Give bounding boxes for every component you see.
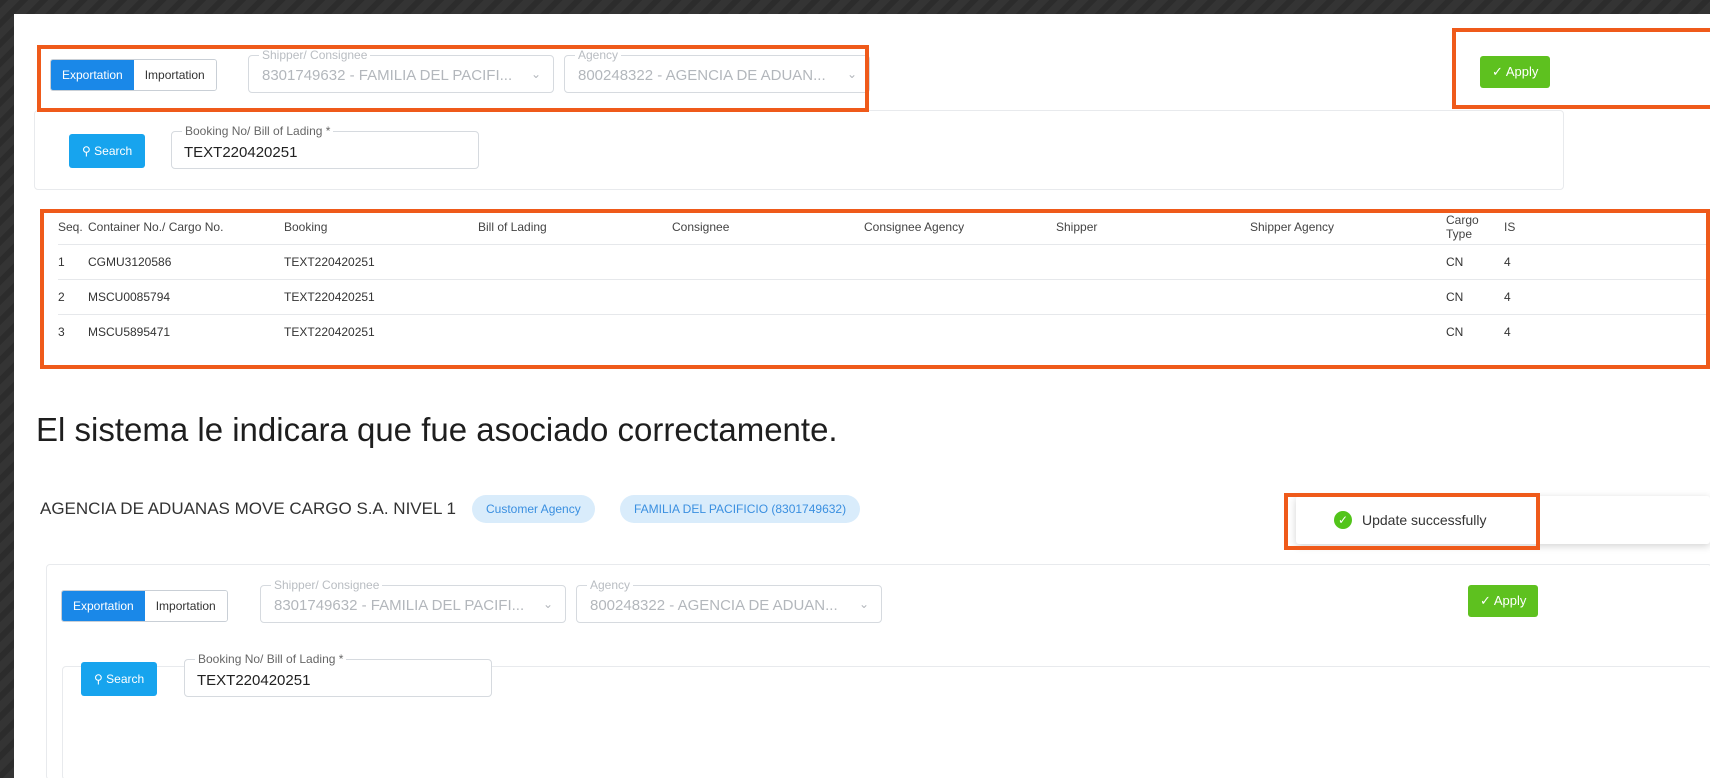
- agency-select[interactable]: Agency 800248322 - AGENCIA DE ADUAN... ⌄: [576, 578, 882, 623]
- booking-label: Booking No/ Bill of Lading *: [195, 652, 347, 666]
- search-icon: ⚲: [82, 144, 91, 158]
- customer-agency-badge: Customer Agency: [472, 495, 595, 523]
- shipper-consignee-select[interactable]: Shipper/ Consignee 8301749632 - FAMILIA …: [260, 578, 566, 623]
- instruction-caption: El sistema le indicara que fue asociado …: [36, 411, 838, 448]
- chevron-down-icon: ⌄: [542, 597, 553, 611]
- chevron-down-icon: ⌄: [858, 597, 869, 611]
- search-button[interactable]: ⚲ Search: [81, 662, 158, 696]
- booking-value: TEXT220420251: [197, 672, 311, 689]
- filters-highlight: [37, 45, 869, 112]
- agency-label: Agency: [587, 578, 634, 592]
- apply-button[interactable]: ✓ Apply: [1468, 585, 1539, 617]
- agency-value: 800248322 - AGENCIA DE ADUAN...: [590, 597, 838, 614]
- search-button[interactable]: ⚲ Search: [69, 134, 146, 168]
- search-label: Search: [106, 672, 145, 686]
- booking-input[interactable]: Booking No/ Bill of Lading * TEXT2204202…: [184, 652, 492, 697]
- agency-title: AGENCIA DE ADUANAS MOVE CARGO S.A. NIVEL…: [40, 499, 456, 518]
- apply-highlight: [1452, 28, 1710, 109]
- shipper-consignee-value: 8301749632 - FAMILIA DEL PACIFI...: [274, 597, 525, 614]
- search-label: Search: [94, 144, 133, 158]
- consignee-badge: FAMILIA DEL PACIFICIO (8301749632): [620, 495, 861, 523]
- exportation-tab[interactable]: Exportation: [62, 591, 145, 621]
- apply-label: Apply: [1493, 593, 1527, 608]
- trade-direction-toggle: Exportation Importation: [61, 590, 228, 622]
- search-icon: ⚲: [94, 672, 103, 686]
- toast-highlight: [1284, 493, 1540, 550]
- shipper-consignee-label: Shipper/ Consignee: [271, 578, 383, 592]
- table-highlight: [40, 209, 1710, 369]
- booking-value: TEXT220420251: [184, 144, 298, 161]
- slide: Exportation Importation Shipper/ Consign…: [14, 14, 1710, 778]
- booking-label: Booking No/ Bill of Lading *: [182, 124, 334, 138]
- booking-input[interactable]: Booking No/ Bill of Lading * TEXT2204202…: [171, 124, 479, 169]
- importation-tab[interactable]: Importation: [144, 591, 227, 621]
- check-icon: ✓: [1480, 593, 1491, 608]
